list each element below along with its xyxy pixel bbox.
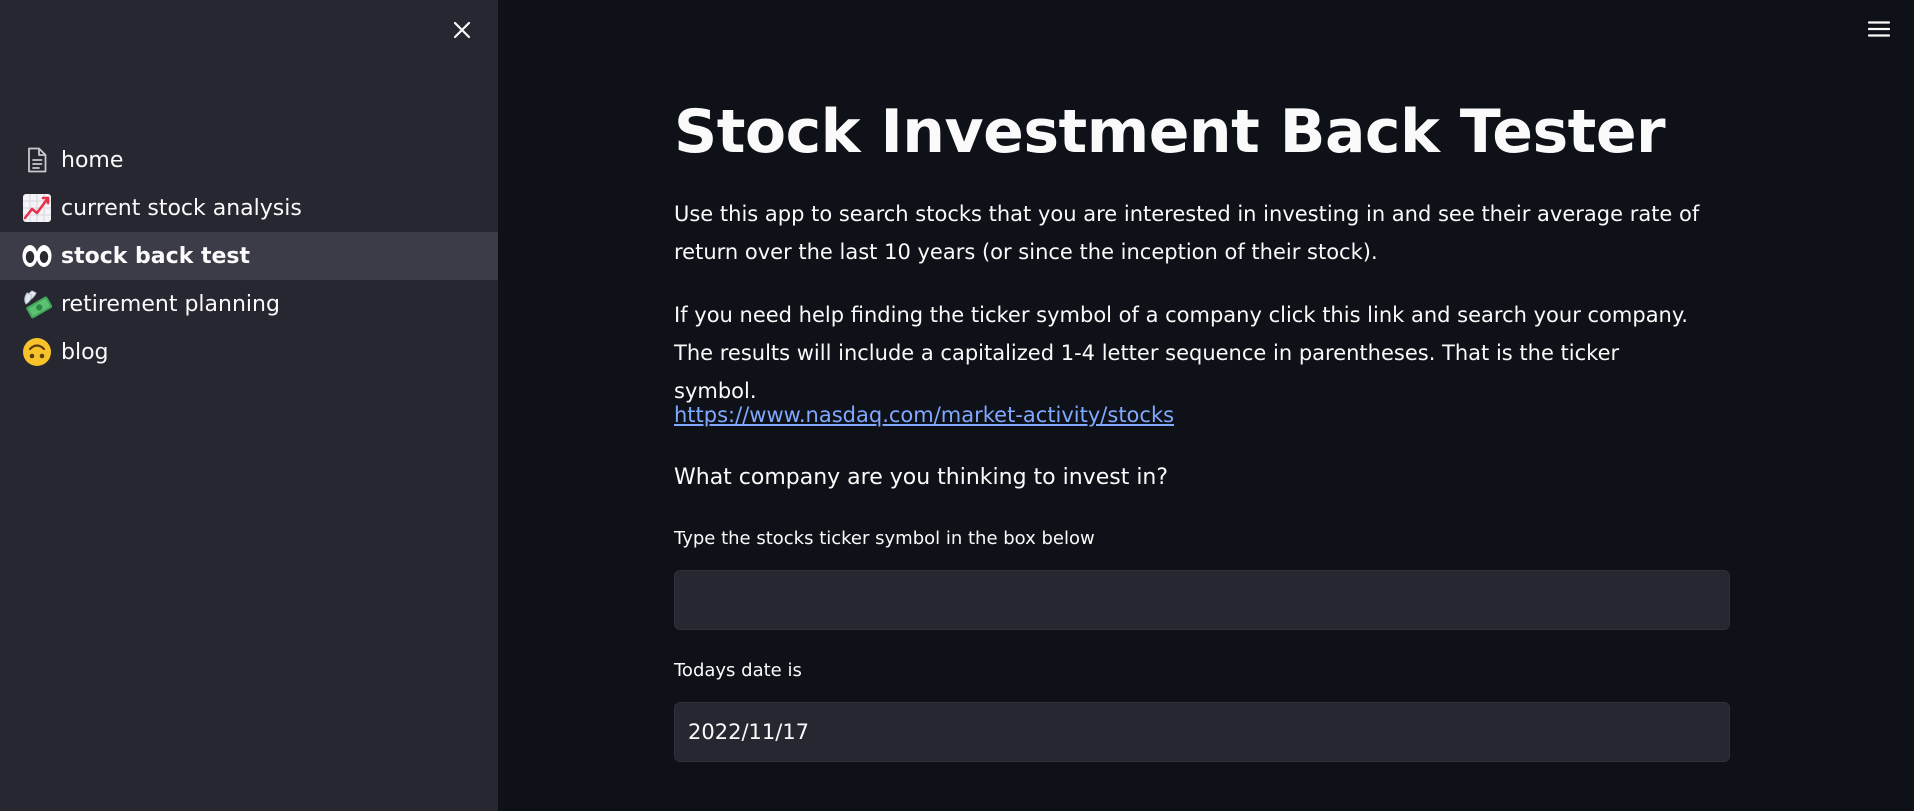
close-sidebar-button[interactable] [446, 14, 478, 46]
sidebar-item-current-stock-analysis[interactable]: current stock analysis [0, 184, 498, 232]
sidebar-item-label: current stock analysis [61, 195, 302, 221]
ticker-input-label: Type the stocks ticker symbol in the box… [674, 528, 1095, 549]
intro-text: Use this app to search stocks that you a… [674, 202, 1700, 264]
money-with-wings-icon [21, 288, 53, 320]
app-window: home current stock analysis stock back t… [0, 0, 1914, 811]
question-text: What company are you thinking to invest … [674, 465, 1169, 490]
help-text: If you need help finding the ticker symb… [674, 303, 1688, 403]
sidebar-nav: home current stock analysis stock back t… [0, 136, 498, 376]
chart-increasing-icon [21, 192, 53, 224]
sidebar-item-label: blog [61, 339, 109, 365]
sidebar-item-label: stock back test [61, 243, 251, 269]
date-input[interactable] [674, 702, 1730, 762]
hamburger-menu-icon [1868, 21, 1890, 37]
upside-down-face-icon [21, 336, 53, 368]
sidebar-item-label: retirement planning [61, 291, 280, 317]
sidebar-item-stock-back-test[interactable]: stock back test [0, 232, 498, 280]
ticker-symbol-input[interactable] [674, 570, 1730, 630]
document-icon [21, 144, 53, 176]
nasdaq-link[interactable]: https://www.nasdaq.com/market-activity/s… [674, 396, 1174, 434]
page-title: Stock Investment Back Tester [674, 97, 1666, 167]
date-input-label: Todays date is [674, 660, 802, 681]
sidebar-item-retirement-planning[interactable]: retirement planning [0, 280, 498, 328]
sidebar-item-home[interactable]: home [0, 136, 498, 184]
close-icon [453, 21, 471, 39]
eyes-icon [21, 240, 53, 272]
sidebar-item-blog[interactable]: blog [0, 328, 498, 376]
sidebar-item-label: home [61, 147, 124, 173]
sidebar: home current stock analysis stock back t… [0, 0, 498, 811]
main-menu-button[interactable] [1864, 14, 1894, 44]
